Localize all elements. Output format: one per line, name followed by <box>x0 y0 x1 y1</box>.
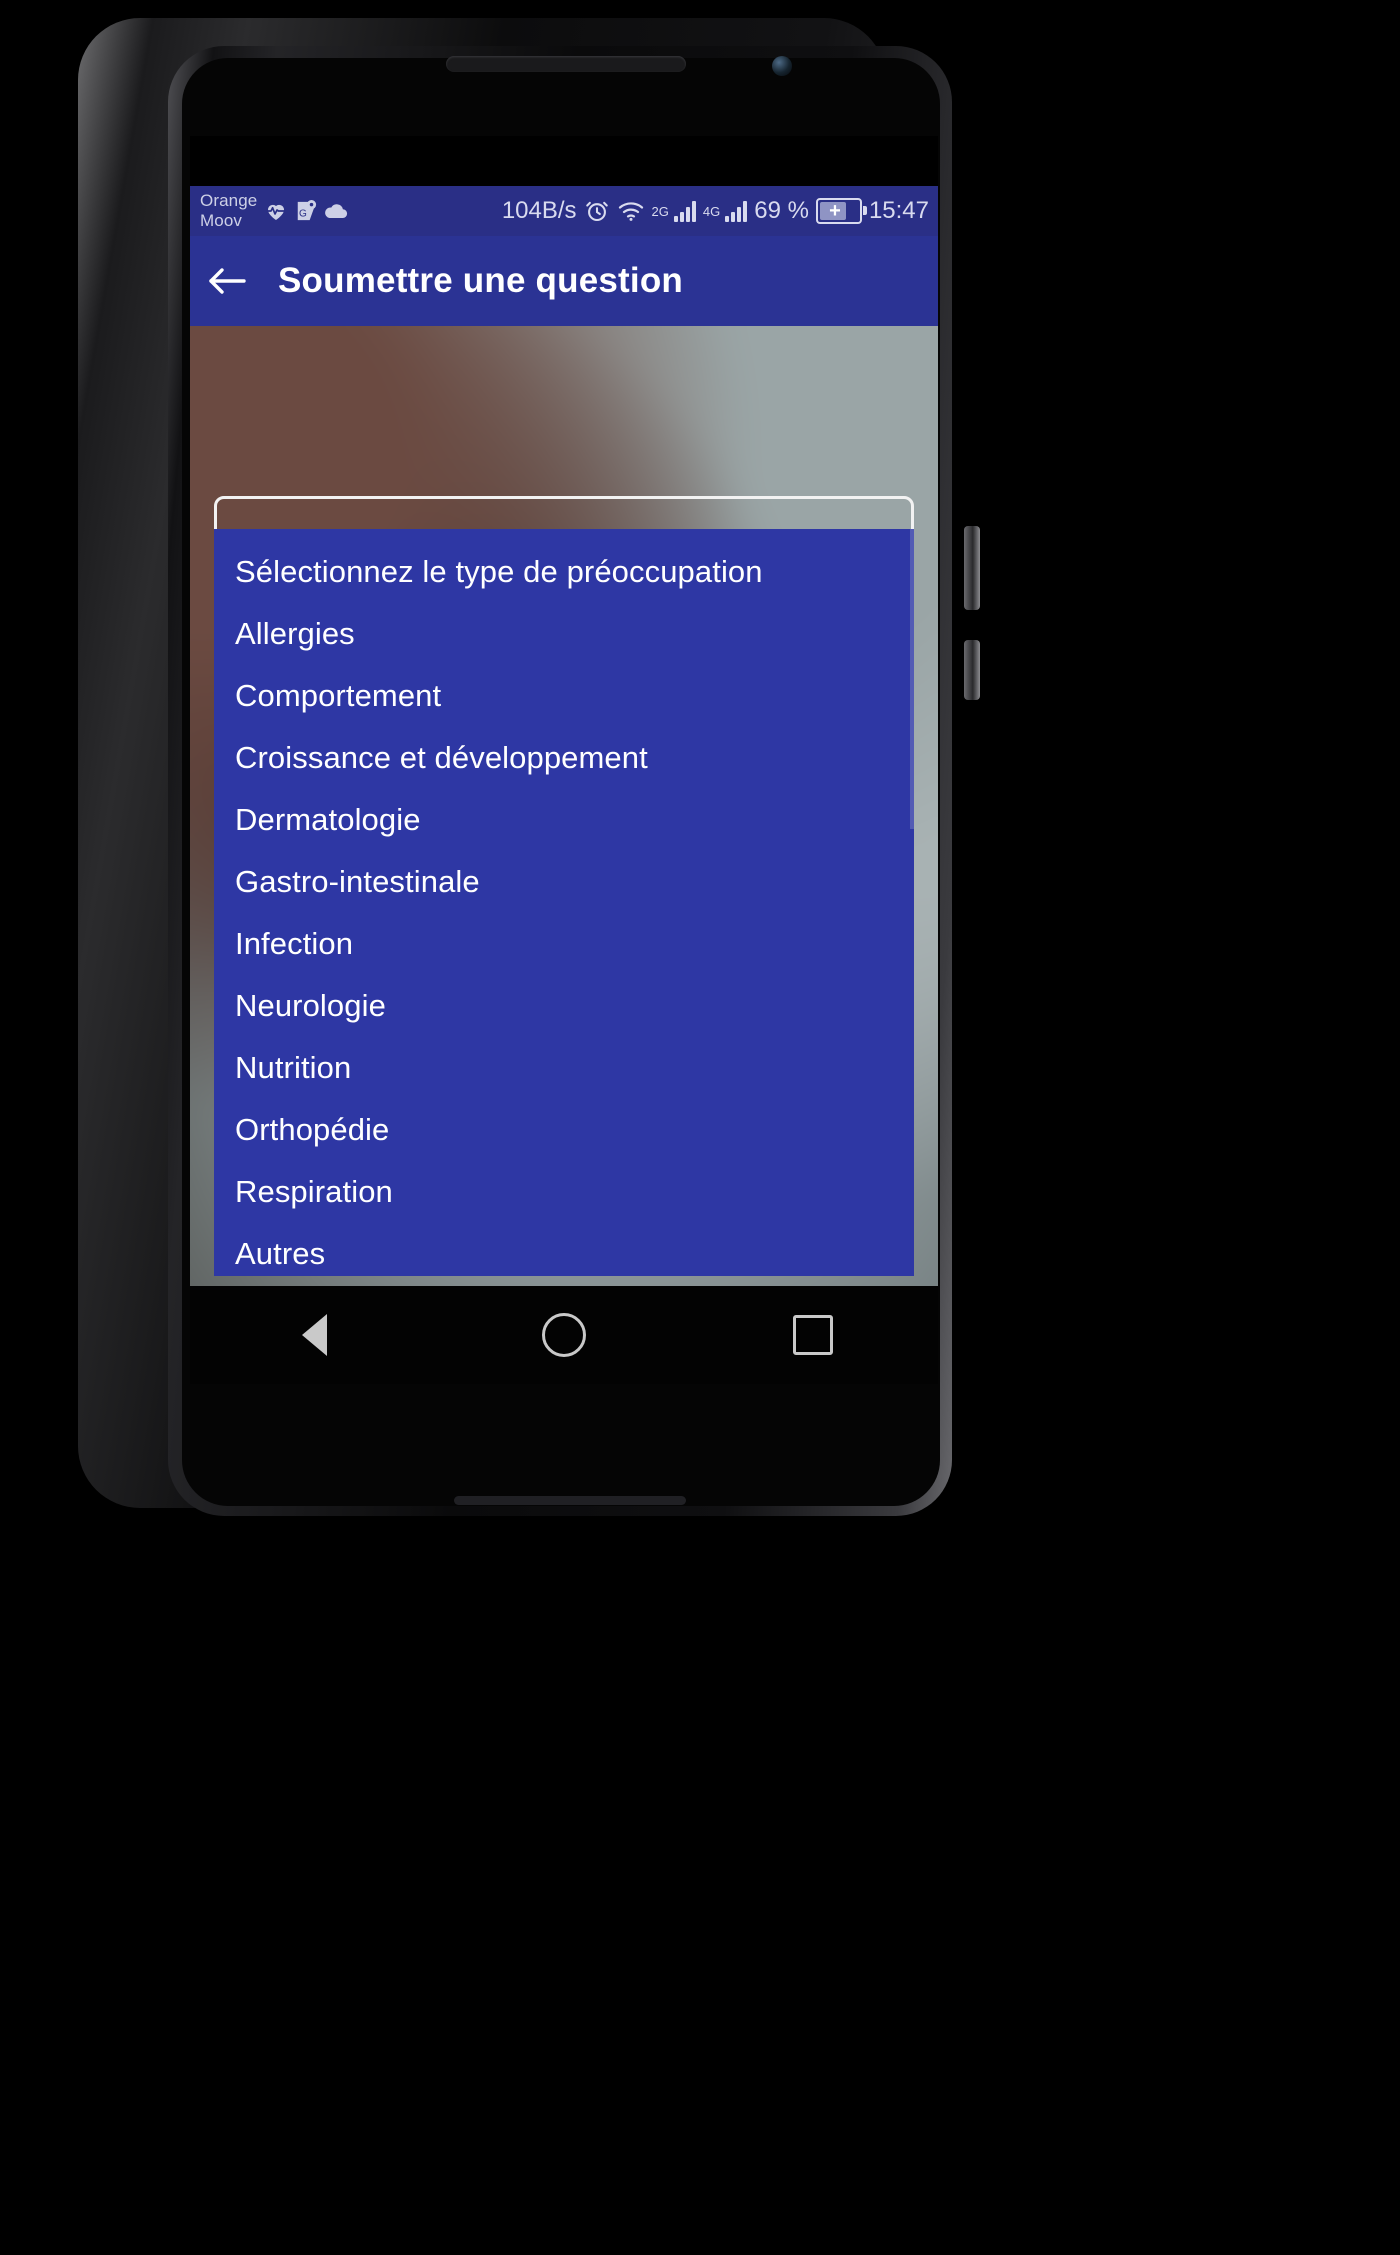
network-speed-label: 104B/s <box>501 197 577 224</box>
dropdown-item[interactable]: Nutrition <box>214 1037 914 1099</box>
dropdown-item[interactable]: Infection <box>214 913 914 975</box>
cloud-icon <box>323 202 349 220</box>
dropdown-options-list[interactable]: Sélectionnez le type de préoccupation All… <box>214 529 914 1276</box>
status-bar: Orange Moov G 104B/s 2G 4G 69 % + 15:47 <box>190 186 938 236</box>
status-bar-right: 104B/s 2G 4G 69 % + 15:47 <box>502 197 938 225</box>
app-bar: Soumettre une question <box>190 236 938 326</box>
dropdown-item[interactable]: Gastro-intestinale <box>214 851 914 913</box>
nav-recents-icon[interactable] <box>758 1286 868 1384</box>
dropdown-scrollbar[interactable] <box>910 529 914 829</box>
nav-back-icon[interactable] <box>260 1286 370 1384</box>
dropdown-items-container: Sélectionnez le type de préoccupation All… <box>214 529 914 1276</box>
dropdown-item[interactable]: Orthopédie <box>214 1099 914 1161</box>
alarm-icon <box>584 198 610 224</box>
dropdown-item[interactable]: Neurologie <box>214 975 914 1037</box>
dropdown-item[interactable]: Respiration <box>214 1161 914 1223</box>
android-navigation-bar <box>190 1286 938 1384</box>
dropdown-item[interactable]: Autres <box>214 1223 914 1276</box>
page-title: Soumettre une question <box>278 261 683 300</box>
sim2-signal-icon <box>725 200 748 222</box>
power-button[interactable] <box>964 640 980 700</box>
front-camera <box>772 56 792 76</box>
dropdown-item[interactable]: Dermatologie <box>214 789 914 851</box>
dropdown-item[interactable]: Comportement <box>214 665 914 727</box>
phone-chin-accent <box>454 1496 686 1505</box>
carrier-label: Orange Moov <box>200 191 258 230</box>
clock-label: 15:47 <box>868 197 929 224</box>
battery-percent-label: 69 % <box>754 197 809 224</box>
sim1-network-label: 2G <box>651 203 669 219</box>
battery-charging-icon: + <box>815 198 867 224</box>
wifi-icon <box>617 200 645 222</box>
volume-button[interactable] <box>964 526 980 610</box>
dropdown-item[interactable]: Allergies <box>214 603 914 665</box>
dropdown-item[interactable]: Croissance et développement <box>214 727 914 789</box>
google-maps-icon: G <box>295 199 317 223</box>
main-content: Sélectionnez le type de préoccupation All… <box>190 326 938 1286</box>
nav-home-icon[interactable] <box>509 1286 619 1384</box>
back-arrow-icon[interactable] <box>190 236 264 326</box>
heart-pulse-icon <box>263 199 289 223</box>
sim1-signal-icon <box>673 200 696 222</box>
phone-outer-frame: Orange Moov G 104B/s 2G 4G 69 % + 15:47 … <box>78 18 980 1516</box>
sim2-network-label: 4G <box>702 203 721 219</box>
earpiece-speaker <box>446 56 686 72</box>
status-bar-left: Orange Moov G <box>190 191 349 231</box>
battery-plus-glyph: + <box>829 200 841 222</box>
svg-text:G: G <box>299 209 307 220</box>
phone-screen: Orange Moov G 104B/s 2G 4G 69 % + 15:47 … <box>190 136 938 1384</box>
dropdown-placeholder-item[interactable]: Sélectionnez le type de préoccupation <box>214 529 914 603</box>
